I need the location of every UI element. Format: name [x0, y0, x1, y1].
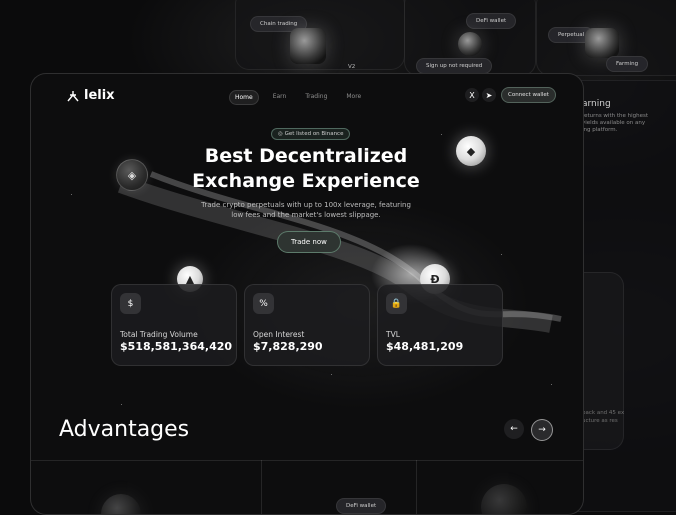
- x-social-icon[interactable]: X: [465, 88, 479, 102]
- hero-title: Best Decentralized Exchange Experience: [131, 144, 481, 194]
- side-text-1: back and 45 ex: [582, 410, 625, 416]
- stat-card-volume: $ Total Trading Volume $518,581,364,420: [111, 284, 237, 366]
- sign-up-chip: Sign up not required: [416, 58, 493, 74]
- bnb-coin-icon: ◈: [116, 159, 148, 191]
- advantages-title: Advantages: [59, 417, 190, 442]
- nav-trading[interactable]: Trading: [300, 90, 332, 105]
- farming-desc: returns with the highest yields availabl…: [582, 113, 649, 133]
- farming-3d-object: [585, 28, 619, 58]
- get-listed-text: Get listed on Binance: [284, 131, 344, 137]
- stat-value: $7,828,290: [253, 340, 323, 353]
- chain-trading-3d-object: [290, 28, 326, 64]
- lock-icon: 🔒: [386, 293, 407, 314]
- logo-text: lelix: [84, 88, 115, 103]
- next-arrow-button[interactable]: →: [531, 419, 553, 441]
- nav-more[interactable]: More: [341, 90, 366, 105]
- get-listed-badge[interactable]: ◎ Get listed on Binance: [271, 128, 351, 140]
- hero-subtitle-line2: low fees and the market's lowest slippag…: [231, 211, 381, 219]
- main-window: lelix Home Earn Trading More X ➤ Connect…: [30, 73, 584, 515]
- trade-now-button[interactable]: Trade now: [277, 231, 341, 253]
- farming-title: arning: [582, 99, 611, 109]
- hero-subtitle-line1: Trade crypto perpetuals with up to 100x …: [201, 201, 411, 209]
- advantage-column-divider-1: [261, 460, 262, 514]
- farming-chip: Farming: [606, 56, 649, 72]
- hero-subtitle: Trade crypto perpetuals with up to 100x …: [181, 200, 431, 220]
- stat-label: TVL: [386, 330, 400, 339]
- prev-arrow-button[interactable]: ←: [504, 419, 524, 439]
- v2-label: V2: [348, 64, 356, 70]
- stat-label: Total Trading Volume: [120, 330, 198, 339]
- connect-wallet-button[interactable]: Connect wallet: [501, 87, 556, 103]
- section-divider: [31, 460, 583, 461]
- stat-label: Open Interest: [253, 330, 305, 339]
- main-nav: Home Earn Trading More: [229, 90, 366, 105]
- stat-card-open-interest: % Open Interest $7,828,290: [244, 284, 370, 366]
- stat-value: $48,481,209: [386, 340, 464, 353]
- side-text-2: ucture as res: [582, 418, 618, 424]
- logo[interactable]: lelix: [66, 88, 115, 103]
- dollar-icon: $: [120, 293, 141, 314]
- advantage-column-divider-2: [416, 460, 417, 514]
- stat-card-tvl: 🔒 TVL $48,481,209: [377, 284, 503, 366]
- defi-wallet-chip: DeFi wallet: [466, 13, 517, 29]
- telegram-icon[interactable]: ➤: [482, 88, 496, 102]
- hero-title-line1: Best Decentralized: [204, 145, 408, 167]
- percent-icon: %: [253, 293, 274, 314]
- stat-value: $518,581,364,420: [120, 340, 233, 353]
- defi-wallet-3d-object: [458, 32, 482, 56]
- nav-earn[interactable]: Earn: [268, 90, 292, 105]
- hero-title-line2: Exchange Experience: [192, 170, 420, 192]
- bottom-defi-wallet-chip: DeFi wallet: [336, 498, 387, 514]
- nav-home[interactable]: Home: [229, 90, 259, 105]
- logo-icon: [67, 90, 79, 101]
- eth-coin-icon: ◆: [456, 136, 486, 166]
